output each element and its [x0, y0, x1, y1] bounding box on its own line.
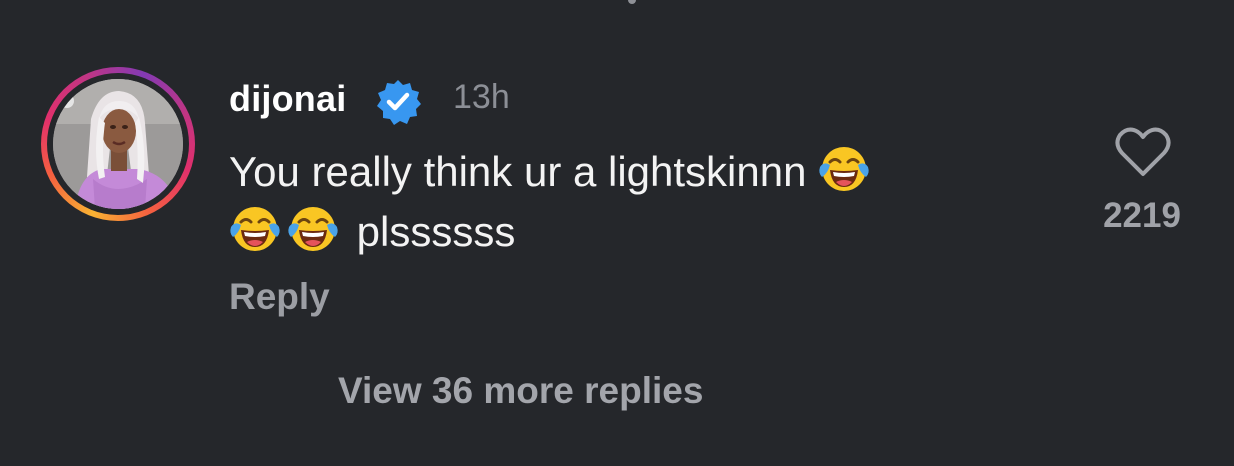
tears-of-joy-emoji-icon — [818, 143, 870, 195]
tears-of-joy-emoji-icon — [287, 203, 339, 255]
avatar-story-ring[interactable] — [41, 67, 195, 221]
like-button[interactable] — [1112, 124, 1174, 180]
avatar[interactable] — [53, 79, 183, 209]
like-count: 2219 — [1103, 196, 1181, 235]
comment-timestamp: 13h — [453, 78, 510, 116]
view-more-replies-button[interactable]: View 36 more replies — [338, 370, 703, 412]
verified-badge-icon — [374, 78, 422, 126]
divider-tick — [628, 0, 636, 4]
comment-text-line2: plssssss — [356, 208, 516, 255]
avatar-photo — [53, 79, 183, 209]
tears-of-joy-emoji-icon — [229, 203, 281, 255]
comment-text-line1: You really think ur a lightskinnn — [229, 148, 807, 195]
comment-text: You really think ur a lightskinnn plssss… — [229, 142, 1049, 262]
username[interactable]: dijonai — [229, 78, 346, 120]
heart-icon — [1115, 127, 1171, 176]
reply-button[interactable]: Reply — [229, 276, 330, 318]
